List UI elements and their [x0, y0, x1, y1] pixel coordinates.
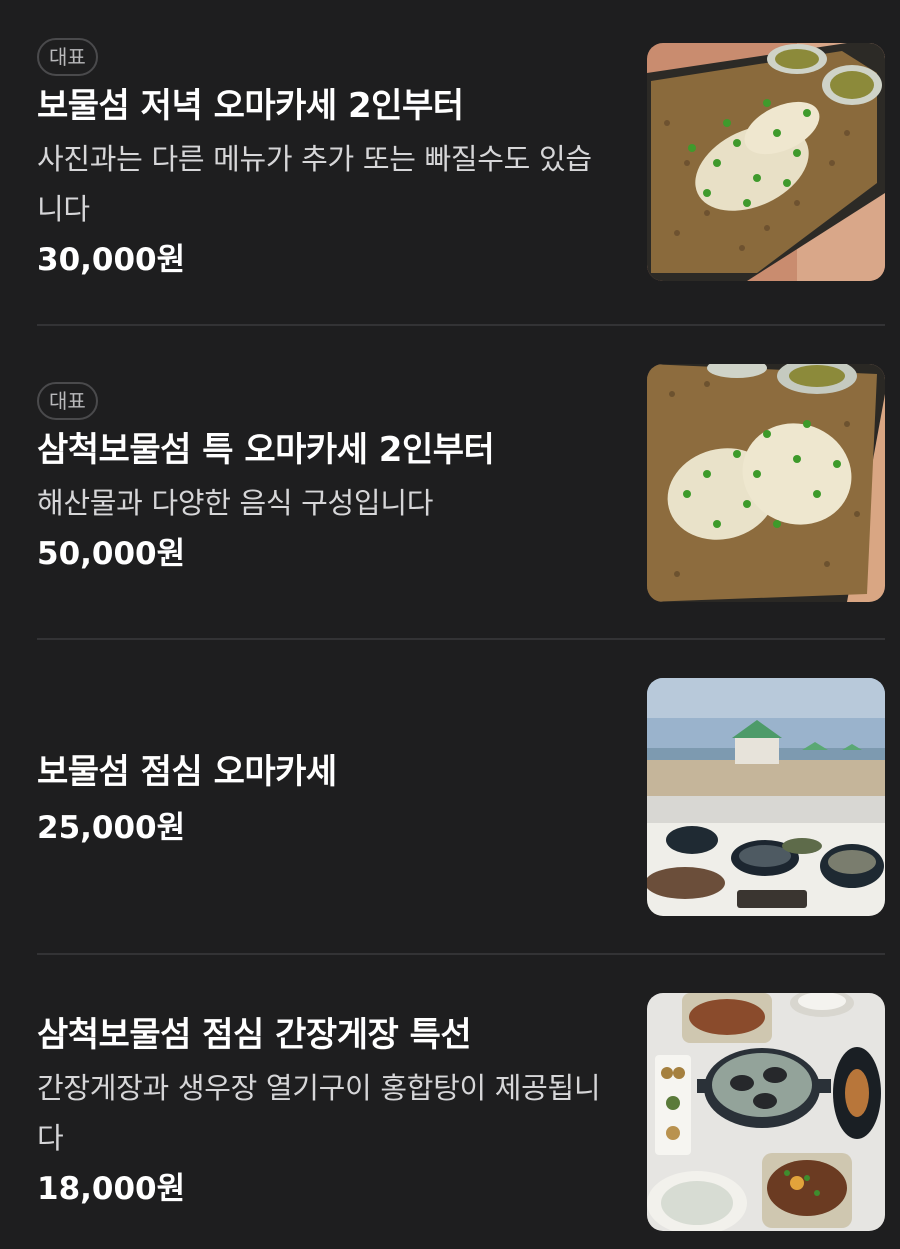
menu-item-price: 18,000원 — [37, 1171, 186, 1207]
menu-item-photo[interactable] — [647, 678, 885, 916]
menu-item-photo[interactable] — [647, 43, 885, 281]
divider — [37, 638, 885, 640]
beach-view-table-photo-icon — [647, 678, 885, 916]
menu-item-photo[interactable] — [647, 364, 885, 602]
menu-item-special-omakase[interactable]: 대표 삼척보물섬 특 오마카세 2인부터 해산물과 다양한 음식 구성입니다 5… — [37, 364, 885, 604]
menu-item-title: 삼척보물섬 점심 간장게장 특선 — [37, 1015, 472, 1055]
menu-item-description: 간장게장과 생우장 열기구이 홍합탕이 제공됩니다 — [37, 1071, 601, 1155]
menu-item-text: 대표 보물섬 저녁 오마카세 2인부터 사진과는 다른 메뉴가 추가 또는 빠질… — [37, 38, 617, 282]
signature-badge: 대표 — [37, 38, 98, 76]
menu-item-title: 보물섬 점심 오마카세 — [37, 752, 337, 792]
menu-item-text: 보물섬 점심 오마카세 25,000원 — [37, 750, 617, 850]
menu-item-lunch-omakase[interactable]: 보물섬 점심 오마카세 25,000원 — [37, 678, 885, 916]
crab-set-meal-photo-icon — [647, 993, 885, 1231]
menu-item-title: 삼척보물섬 특 오마카세 2인부터 — [37, 430, 495, 470]
menu-item-description: 사진과는 다른 메뉴가 추가 또는 빠질수도 있습니다 — [37, 142, 592, 226]
menu-item-text: 대표 삼척보물섬 특 오마카세 2인부터 해산물과 다양한 음식 구성입니다 5… — [37, 382, 617, 576]
menu-item-evening-omakase[interactable]: 대표 보물섬 저녁 오마카세 2인부터 사진과는 다른 메뉴가 추가 또는 빠질… — [37, 38, 885, 282]
menu-item-description: 해산물과 다양한 음식 구성입니다 — [37, 486, 434, 520]
menu-item-price: 25,000원 — [37, 810, 186, 846]
divider — [37, 953, 885, 955]
menu-item-title: 보물섬 저녁 오마카세 2인부터 — [37, 86, 464, 126]
abalone-rice-platter-photo-icon — [647, 364, 885, 602]
menu-item-crab-lunch-special[interactable]: 삼척보물섬 점심 간장게장 특선 간장게장과 생우장 열기구이 홍합탕이 제공됩… — [37, 993, 885, 1231]
menu-list: 대표 보물섬 저녁 오마카세 2인부터 사진과는 다른 메뉴가 추가 또는 빠질… — [0, 0, 900, 1249]
seafood-rice-platter-photo-icon — [647, 43, 885, 281]
menu-item-text: 삼척보물섬 점심 간장게장 특선 간장게장과 생우장 열기구이 홍합탕이 제공됩… — [37, 1013, 617, 1211]
menu-item-price: 30,000원 — [37, 242, 186, 278]
menu-item-price: 50,000원 — [37, 536, 186, 572]
divider — [37, 324, 885, 326]
menu-item-photo[interactable] — [647, 993, 885, 1231]
signature-badge: 대표 — [37, 382, 98, 420]
